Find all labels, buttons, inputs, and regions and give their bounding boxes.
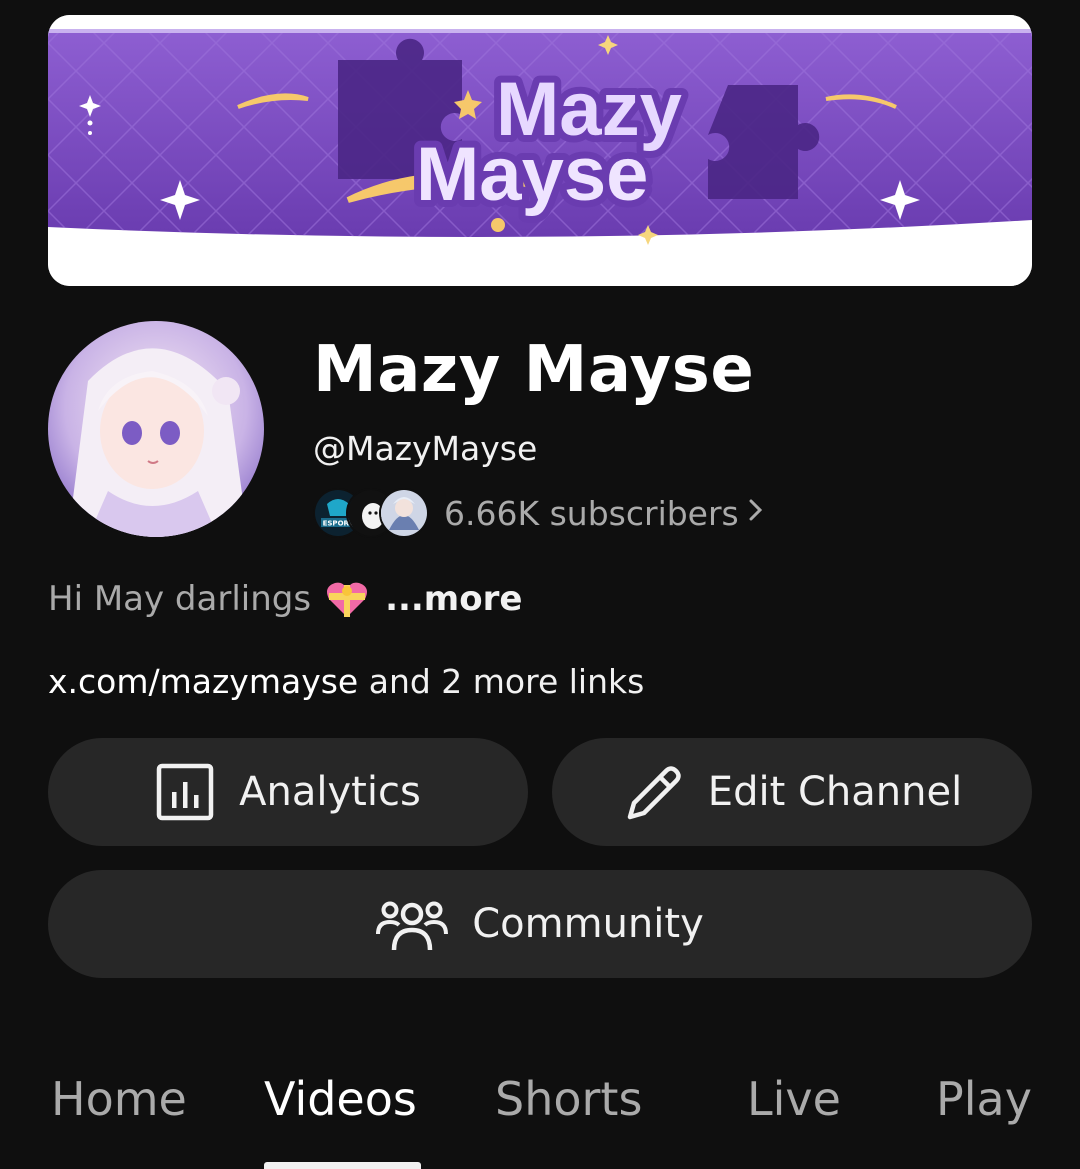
tab-play[interactable]: Play (936, 1072, 1032, 1126)
tab-home[interactable]: Home (51, 1072, 187, 1126)
anime-girl-avatar-icon (48, 321, 264, 537)
subscriber-count: 6.66K subscribers (444, 493, 739, 533)
banner-art: Mazy Mazy Mayse Mayse (48, 15, 1032, 286)
community-label: Community (472, 901, 704, 947)
more-link[interactable]: ...more (385, 576, 522, 622)
channel-avatar[interactable] (48, 321, 264, 537)
tab-live[interactable]: Live (747, 1072, 841, 1126)
edit-channel-button[interactable]: Edit Channel (552, 738, 1032, 846)
edit-channel-label: Edit Channel (707, 769, 963, 815)
chevron-right-icon (747, 496, 765, 531)
description-text: Hi May darlings (48, 579, 312, 619)
channel-description[interactable]: Hi May darlings ...more (48, 576, 522, 622)
channel-name: Mazy Mayse (313, 333, 755, 407)
channel-handle: @MazyMayse (313, 429, 538, 468)
channel-links[interactable]: x.com/mazymayse and 2 more links (48, 660, 644, 704)
community-button[interactable]: Community (48, 870, 1032, 978)
community-icon (376, 901, 449, 951)
channel-banner: Mazy Mazy Mayse Mayse (48, 15, 1032, 286)
analytics-label: Analytics (239, 769, 421, 815)
tab-shorts[interactable]: Shorts (495, 1072, 642, 1126)
more-links-text[interactable]: and 2 more links (358, 662, 645, 701)
analytics-button[interactable]: Analytics (48, 738, 528, 846)
heart-with-ribbon-emoji-icon (325, 579, 369, 619)
channel-tabs: Home Videos Shorts Live Play (0, 1062, 1080, 1169)
banner-logo-line2-fill: Mayse (416, 132, 648, 217)
primary-link[interactable]: x.com/mazymayse (48, 662, 358, 701)
subscribers-row[interactable]: ESPORT 6.66K subscribers (313, 487, 765, 539)
active-tab-indicator (264, 1162, 421, 1169)
anime-avatar-icon (379, 488, 429, 538)
tab-videos[interactable]: Videos (264, 1072, 417, 1126)
pencil-icon (627, 766, 681, 820)
analytics-icon (156, 763, 214, 821)
